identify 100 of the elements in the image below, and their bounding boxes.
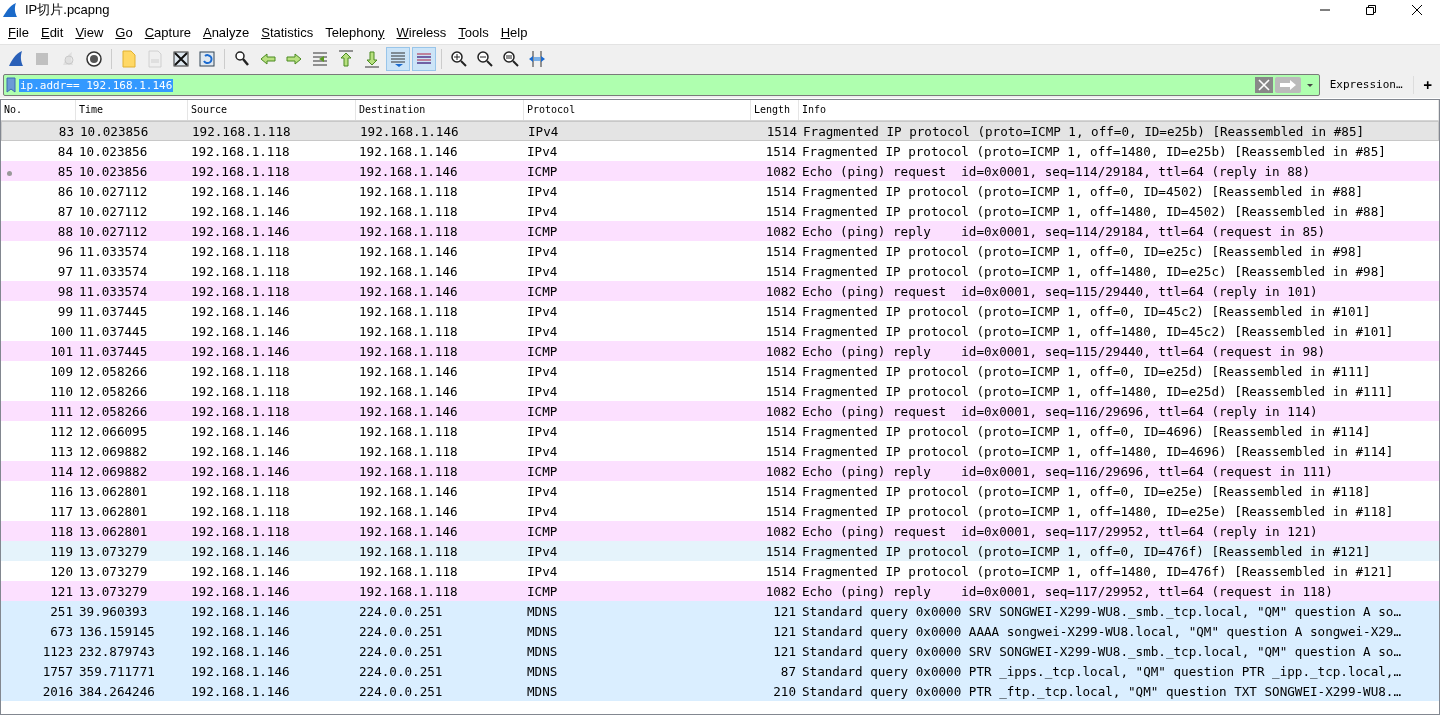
table-cell-text: Fragmented IP protocol (proto=ICMP 1, off=0, ID=e25c) [Reassembled in #98]: [801, 243, 1365, 259]
table-cell-text: 192.168.1.146: [358, 523, 459, 539]
table-cell-text: 10.027112: [78, 223, 149, 239]
table-cell-text: 192.168.1.146: [359, 123, 460, 139]
table-cell-text: 12.058266: [78, 363, 149, 379]
menu-item[interactable]: Wireless: [390, 24, 453, 40]
table-cell-text: Fragmented IP protocol (proto=ICMP 1, off=1480, ID=476f) [Reassembled in #121]: [801, 563, 1395, 579]
table-cell-text: 86: [56, 183, 74, 199]
menu-item[interactable]: Statistics: [255, 24, 320, 40]
packet-row[interactable]: 88 10.027112 192.168.1.146 192.168.1.118 ICMP 1082 Echo (ping) reply id=0x0001, seq=114/29184, ttl=64 (request in 85): [1, 221, 1439, 241]
table-cell-text: 251: [49, 603, 74, 619]
column-header[interactable]: Protocol: [524, 100, 751, 120]
table-cell-text: 192.168.1.146: [190, 623, 291, 639]
column-header[interactable]: Info: [799, 100, 1439, 120]
table-cell-text: Fragmented IP protocol (proto=ICMP 1, off=1480, ID=e25c) [Reassembled in #98]: [801, 263, 1387, 279]
table-cell-text: 10.023856: [78, 163, 149, 179]
table-cell-text: MDNS: [526, 623, 559, 639]
packet-row[interactable]: 114 12.069882 192.168.1.146 192.168.1.118 ICMP 1082 Echo (ping) reply id=0x0001, seq=116/29696, ttl=64 (request in 111): [1, 461, 1439, 481]
table-cell-text: 87: [56, 203, 74, 219]
table-cell-text: 119: [49, 543, 74, 559]
table-cell-text: 192.168.1.118: [358, 583, 459, 599]
packet-row[interactable]: 83 10.023856 192.168.1.118 192.168.1.146 IPv4 1514 Fragmented IP protocol (proto=ICMP 1, off=0, ID=e25b) [Reassembled in #85]: [1, 121, 1439, 141]
table-cell-text: IPv4: [526, 203, 559, 219]
clear-icon[interactable]: [1254, 77, 1273, 93]
packet-row[interactable]: 111 12.058266 192.168.1.118 192.168.1.146 ICMP 1082 Echo (ping) request id=0x0001, seq=116/29696, ttl=64 (reply in 114): [1, 401, 1439, 421]
table-cell-text: 96: [56, 243, 74, 259]
packet-row[interactable]: 85 10.023856 192.168.1.118 192.168.1.146 ICMP 1082 Echo (ping) request id=0x0001, seq=114/29184, ttl=64 (reply in 88): [1, 161, 1439, 181]
table-cell-text: 192.168.1.118: [191, 123, 292, 139]
autoscroll-icon[interactable]: [386, 46, 410, 71]
packet-row[interactable]: 673 136.159145 192.168.1.146 224.0.0.251 MDNS 121 Standard query 0x0000 AAAA songwei-X299-WU8.local, "QM" question A songwei-X29…: [1, 621, 1439, 641]
packet-row[interactable]: 119 13.073279 192.168.1.146 192.168.1.118 IPv4 1514 Fragmented IP protocol (proto=ICMP 1, off=0, ID=476f) [Reassembled in #121]: [1, 541, 1439, 561]
menu-item[interactable]: Analyze: [196, 24, 256, 40]
column-header[interactable]: No.: [1, 100, 76, 120]
table-cell-text: IPv4: [526, 323, 559, 339]
menu-item[interactable]: Edit: [34, 24, 70, 40]
expression-button[interactable]: Expression…: [1323, 76, 1414, 94]
packet-row[interactable]: 121 13.073279 192.168.1.146 192.168.1.118 ICMP 1082 Echo (ping) reply id=0x0001, seq=117/29952, ttl=64 (request in 118): [1, 581, 1439, 601]
table-cell-text: 192.168.1.118: [190, 503, 291, 519]
column-header[interactable]: Length: [751, 100, 799, 120]
table-cell-text: 192.168.1.146: [190, 543, 291, 559]
table-cell-text: 114: [49, 463, 74, 479]
table-cell-text: 224.0.0.251: [358, 643, 444, 659]
column-header[interactable]: Time: [76, 100, 188, 120]
table-cell-text: Fragmented IP protocol (proto=ICMP 1, off=0, ID=e25e) [Reassembled in #118]: [801, 483, 1372, 499]
table-cell-text: 121: [772, 603, 797, 619]
bookmark-icon[interactable]: [5, 77, 17, 93]
packet-row[interactable]: 101 11.037445 192.168.1.146 192.168.1.118 ICMP 1082 Echo (ping) reply id=0x0001, seq=115/29440, ttl=64 (request in 98): [1, 341, 1439, 361]
column-header[interactable]: Destination: [356, 100, 524, 120]
menu-item[interactable]: Capture: [138, 24, 197, 40]
table-cell: 85: [1, 163, 76, 179]
table-cell-text: 192.168.1.146: [190, 203, 291, 219]
table-cell-text: 192.168.1.118: [190, 143, 291, 159]
packet-row[interactable]: 98 11.033574 192.168.1.118 192.168.1.146 ICMP 1082 Echo (ping) request id=0x0001, seq=115/29440, ttl=64 (reply in 101): [1, 281, 1439, 301]
menu-item[interactable]: View: [69, 24, 110, 40]
packet-row[interactable]: 251 39.960393 192.168.1.146 224.0.0.251 MDNS 121 Standard query 0x0000 SRV SONGWEI-X299-WU8._smb._tcp.local, "QM" question A so…: [1, 601, 1439, 621]
table-cell-text: IPv4: [526, 243, 559, 259]
table-cell-text: 192.168.1.146: [190, 303, 291, 319]
table-cell-text: IPv4: [526, 143, 559, 159]
table-cell-text: 120: [49, 563, 74, 579]
packet-row[interactable]: 1757 359.711771 192.168.1.146 224.0.0.251 MDNS 87 Standard query 0x0000 PTR _ipps._tcp.local, "QM" question PTR _ipp._tcp.local,…: [1, 661, 1439, 681]
packet-row[interactable]: 1123 232.879743 192.168.1.146 224.0.0.251 MDNS 121 Standard query 0x0000 SRV SONGWEI-X299-WU8._smb._tcp.local, "QM" question A so…: [1, 641, 1439, 661]
table-cell-text: 13.073279: [78, 563, 149, 579]
table-cell-text: Fragmented IP protocol (proto=ICMP 1, off=1480, ID=e25d) [Reassembled in #111]: [801, 383, 1395, 399]
table-cell-text: 359.711771: [78, 663, 156, 679]
table-cell-text: 192.168.1.118: [358, 463, 459, 479]
menu-item[interactable]: Help: [494, 24, 534, 40]
menu-item[interactable]: Telephony: [319, 24, 391, 40]
table-cell-text: 10.027112: [78, 203, 149, 219]
table-cell-text: 84: [56, 143, 74, 159]
menu-item[interactable]: Go: [109, 24, 139, 40]
column-header[interactable]: Source: [188, 100, 356, 120]
add-button[interactable]: +: [1417, 77, 1438, 93]
table-cell-text: 12.069882: [78, 463, 149, 479]
table-cell-text: 10.027112: [78, 183, 149, 199]
menu-item[interactable]: Tools: [452, 24, 495, 40]
table-cell-text: 192.168.1.146: [190, 463, 291, 479]
table-cell-text: 100: [49, 323, 74, 339]
table-cell-text: 113: [49, 443, 74, 459]
table-cell-text: 1514: [764, 263, 797, 279]
table-cell-text: 11.037445: [78, 303, 149, 319]
colorize-icon[interactable]: [412, 46, 436, 71]
table-cell-text: Standard query 0x0000 PTR _ipps._tcp.local, "QM" question PTR _ipp._tcp.local,…: [801, 663, 1402, 679]
table-cell-text: Echo (ping) reply id=0x0001, seq=116/29696, ttl=64 (request in 111): [801, 463, 1334, 479]
table-cell-text: 192.168.1.118: [358, 323, 459, 339]
table-cell-text: 117: [49, 503, 74, 519]
table-cell-text: 192.168.1.146: [358, 403, 459, 419]
table-cell-text: 13.073279: [78, 583, 149, 599]
table-cell-text: 11.033574: [78, 243, 149, 259]
table-cell-text: 192.168.1.118: [358, 543, 459, 559]
packet-row[interactable]: 118 13.062801 192.168.1.118 192.168.1.146 ICMP 1082 Echo (ping) request id=0x0001, seq=117/29952, ttl=64 (reply in 121): [1, 521, 1439, 541]
table-cell-text: Fragmented IP protocol (proto=ICMP 1, off=0, ID=45c2) [Reassembled in #101]: [801, 303, 1372, 319]
packet-row[interactable]: 2016 384.264246 192.168.1.146 224.0.0.251 MDNS 210 Standard query 0x0000 PTR _ftp._tcp.local, "QM" question TXT SONGWEI-X299-WU8.…: [1, 681, 1439, 701]
table-cell-text: 97: [56, 263, 74, 279]
table-cell-text: 192.168.1.146: [358, 503, 459, 519]
table-cell-text: 192.168.1.118: [190, 243, 291, 259]
table-cell-text: 111: [49, 403, 74, 419]
table-cell-text: 224.0.0.251: [358, 663, 444, 679]
menu-item[interactable]: File: [2, 24, 35, 40]
table-cell-text: IPv4: [526, 503, 559, 519]
table-cell-text: 1082: [764, 463, 797, 479]
